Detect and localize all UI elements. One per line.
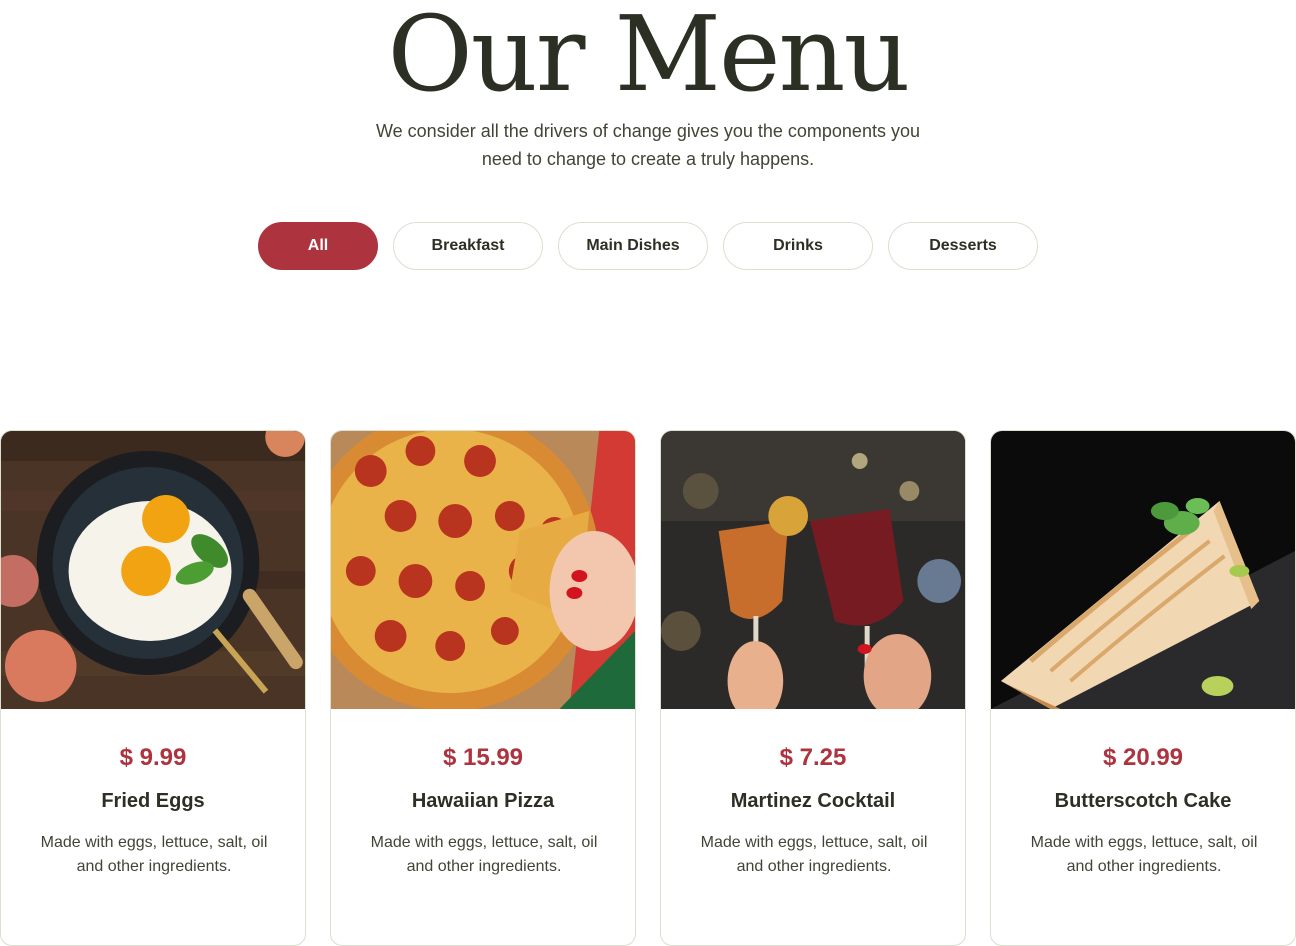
menu-card-martinez-cocktail[interactable]: $ 7.25 Martinez Cocktail Made with eggs,… <box>660 430 966 946</box>
menu-card-butterscotch-cake[interactable]: $ 20.99 Butterscotch Cake Made with eggs… <box>990 430 1296 946</box>
item-name: Fried Eggs <box>101 790 205 812</box>
filter-main-dishes-button[interactable]: Main Dishes <box>558 222 708 270</box>
menu-card-fried-eggs[interactable]: $ 9.99 Fried Eggs Made with eggs, lettuc… <box>0 430 306 946</box>
item-price: $ 15.99 <box>442 744 524 771</box>
item-price: $ 20.99 <box>1102 744 1184 771</box>
cake-image <box>991 431 1295 709</box>
item-description: Made with eggs, lettuce, salt, oil and o… <box>40 834 268 875</box>
category-filters: All Breakfast Main Dishes Drinks Dessert… <box>258 222 1038 270</box>
filter-all-button[interactable]: All <box>258 222 378 270</box>
page-subtitle: We consider all the drivers of change gi… <box>376 121 920 169</box>
item-description: Made with eggs, lettuce, salt, oil and o… <box>1030 834 1258 875</box>
item-name: Butterscotch Cake <box>1054 790 1232 812</box>
menu-cards: $ 9.99 Fried Eggs Made with eggs, lettuc… <box>0 430 1296 946</box>
item-name: Hawaiian Pizza <box>411 790 555 812</box>
item-price: $ 9.99 <box>119 744 187 771</box>
pizza-image <box>331 431 635 709</box>
filter-breakfast-button[interactable]: Breakfast <box>393 222 543 270</box>
filter-desserts-button[interactable]: Desserts <box>888 222 1038 270</box>
cocktail-image <box>661 431 965 709</box>
item-description: Made with eggs, lettuce, salt, oil and o… <box>700 834 928 875</box>
item-price: $ 7.25 <box>779 744 847 771</box>
fried-eggs-image <box>1 431 305 709</box>
menu-card-hawaiian-pizza[interactable]: $ 15.99 Hawaiian Pizza Made with eggs, l… <box>330 430 636 946</box>
filter-drinks-button[interactable]: Drinks <box>723 222 873 270</box>
page-title: Our Menu <box>387 0 910 115</box>
item-name: Martinez Cocktail <box>730 790 896 812</box>
item-description: Made with eggs, lettuce, salt, oil and o… <box>370 834 598 875</box>
